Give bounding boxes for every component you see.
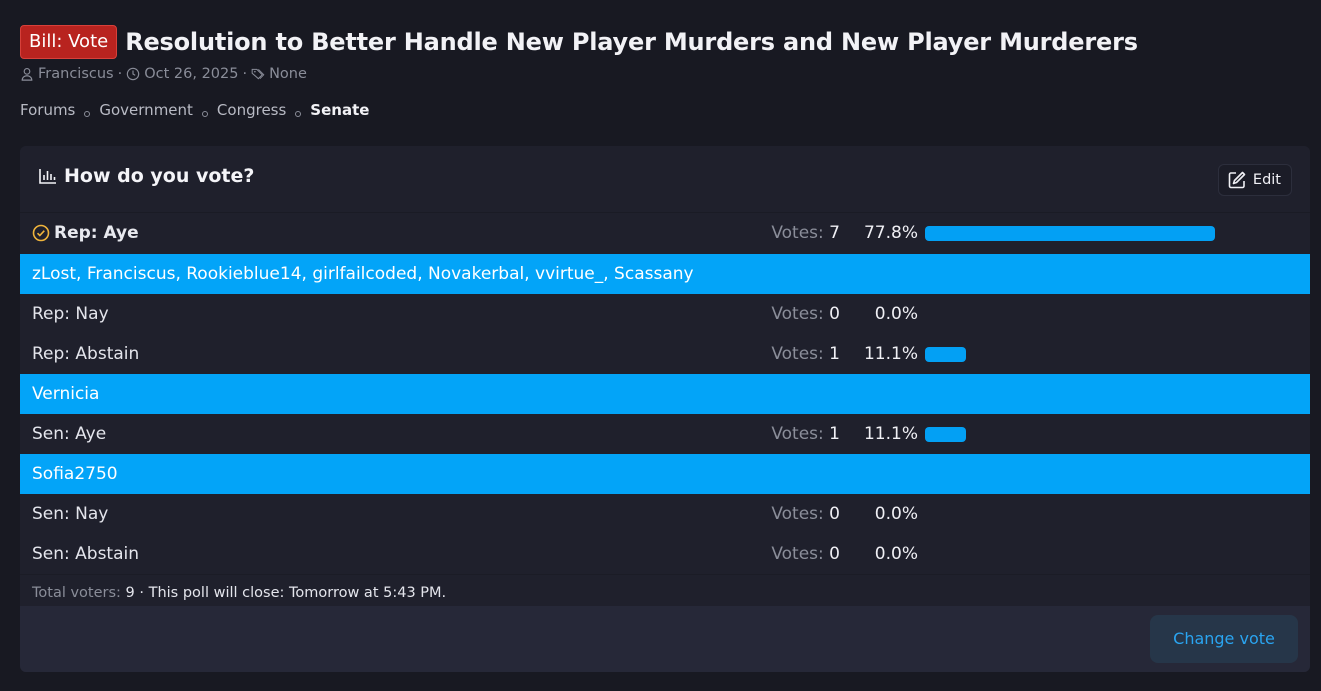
change-vote-button[interactable]: Change vote xyxy=(1150,615,1298,663)
poll-option-rep-nay: Rep: Nay Votes: 0 0.0% xyxy=(20,294,1310,334)
poll-option-votes: Votes: 0 xyxy=(771,294,840,334)
thread-date[interactable]: Oct 26, 2025 xyxy=(144,66,238,82)
poll-close-text: · This poll will close: Tomorrow at 5:43… xyxy=(139,585,447,601)
user-icon xyxy=(21,68,33,81)
clock-icon xyxy=(126,67,140,81)
total-voters-label: Total voters: xyxy=(32,585,121,601)
poll-option-percent: 11.1% xyxy=(863,424,918,444)
voted-check-icon xyxy=(32,224,50,242)
poll-option-bar xyxy=(925,347,966,362)
poll-question-text: How do you vote? xyxy=(64,165,255,187)
thread-prefix-badge[interactable]: Bill: Vote xyxy=(20,25,118,59)
poll-option-voters: Vernicia xyxy=(20,374,1310,414)
breadcrumb-forums[interactable]: Forums xyxy=(20,101,75,119)
voters-list[interactable]: Vernicia xyxy=(32,374,99,414)
poll-option-percent: 77.8% xyxy=(863,223,918,243)
edit-icon xyxy=(1228,171,1246,189)
page-title: Resolution to Better Handle New Player M… xyxy=(125,28,1138,56)
poll-option-text: Rep: Abstain xyxy=(32,344,140,364)
breadcrumb-senate[interactable]: Senate xyxy=(310,101,369,119)
poll-option-bar xyxy=(925,226,1215,241)
vote-count: 0 xyxy=(829,504,840,524)
votes-label: Votes: xyxy=(771,344,824,364)
breadcrumb-separator xyxy=(201,111,208,117)
breadcrumb-government[interactable]: Government xyxy=(99,101,193,119)
poll-option-percent: 0.0% xyxy=(874,544,918,564)
poll-actions: Change vote xyxy=(20,606,1310,672)
voters-list[interactable]: zLost, Franciscus, Rookieblue14, girlfai… xyxy=(32,254,694,294)
poll-option-votes: Votes: 1 xyxy=(771,334,840,374)
thread-header: Bill: Vote Resolution to Better Handle N… xyxy=(20,24,1301,84)
vote-count: 0 xyxy=(829,304,840,324)
poll-option-rep-abstain: Rep: Abstain Votes: 1 11.1% xyxy=(20,334,1310,374)
vote-count: 0 xyxy=(829,544,840,564)
poll-option-voters: Sofia2750 xyxy=(20,454,1310,494)
title-row: Bill: Vote Resolution to Better Handle N… xyxy=(20,24,1301,60)
poll-option-voters: zLost, Franciscus, Rookieblue14, girlfai… xyxy=(20,254,1310,294)
vote-count: 1 xyxy=(829,344,840,364)
poll-option-text: Sen: Nay xyxy=(32,504,109,524)
poll-option-votes: Votes: 0 xyxy=(771,494,840,534)
breadcrumb: Forums Government Congress Senate xyxy=(20,100,369,120)
vote-count: 1 xyxy=(829,424,840,444)
total-voters-count: 9 xyxy=(125,585,135,601)
votes-label: Votes: xyxy=(771,223,824,243)
votes-label: Votes: xyxy=(771,304,824,324)
poll-results: Rep: Aye Votes: 7 77.8% zLost, Franciscu… xyxy=(20,213,1310,574)
poll-option-percent: 11.1% xyxy=(863,344,918,364)
tags-icon xyxy=(251,68,265,80)
thread-meta: Franciscus · Oct 26, 2025 · None xyxy=(20,64,1301,84)
poll-option-percent: 0.0% xyxy=(874,304,918,324)
thread-author[interactable]: Franciscus xyxy=(38,66,114,82)
votes-label: Votes: xyxy=(771,504,824,524)
poll-option-label: Rep: Aye xyxy=(32,213,139,253)
poll-option-percent: 0.0% xyxy=(874,504,918,524)
poll-question: How do you vote? xyxy=(38,165,254,187)
poll-option-sen-abstain: Sen: Abstain Votes: 0 0.0% xyxy=(20,534,1310,574)
poll-option-text: Sen: Aye xyxy=(32,424,107,444)
poll-option-sen-aye: Sen: Aye Votes: 1 11.1% xyxy=(20,414,1310,454)
edit-label: Edit xyxy=(1252,172,1281,188)
edit-poll-button[interactable]: Edit xyxy=(1217,164,1292,196)
breadcrumb-separator xyxy=(295,111,302,117)
voters-list[interactable]: Sofia2750 xyxy=(32,454,118,494)
poll-option-text: Sen: Abstain xyxy=(32,544,140,564)
poll-option-votes: Votes: 1 xyxy=(771,414,840,454)
breadcrumb-congress[interactable]: Congress xyxy=(217,101,286,119)
poll-option-votes: Votes: 7 xyxy=(771,213,840,253)
poll-option-votes: Votes: 0 xyxy=(771,534,840,574)
vote-count: 7 xyxy=(829,223,840,243)
poll-option-rep-aye: Rep: Aye Votes: 7 77.8% xyxy=(20,213,1310,254)
breadcrumb-separator xyxy=(84,111,91,117)
poll-option-sen-nay: Sen: Nay Votes: 0 0.0% xyxy=(20,494,1310,534)
poll-option-text: Rep: Aye xyxy=(54,223,139,243)
poll-block: How do you vote? Edit Rep: Aye Votes: 7 … xyxy=(20,146,1310,672)
votes-label: Votes: xyxy=(771,544,824,564)
votes-label: Votes: xyxy=(771,424,824,444)
thread-tags: None xyxy=(269,66,307,82)
poll-option-bar xyxy=(925,427,966,442)
meta-separator: · xyxy=(117,66,123,82)
poll-option-text: Rep: Nay xyxy=(32,304,109,324)
poll-header: How do you vote? Edit xyxy=(20,146,1310,213)
meta-separator: · xyxy=(242,66,248,82)
bar-chart-icon xyxy=(39,169,56,184)
